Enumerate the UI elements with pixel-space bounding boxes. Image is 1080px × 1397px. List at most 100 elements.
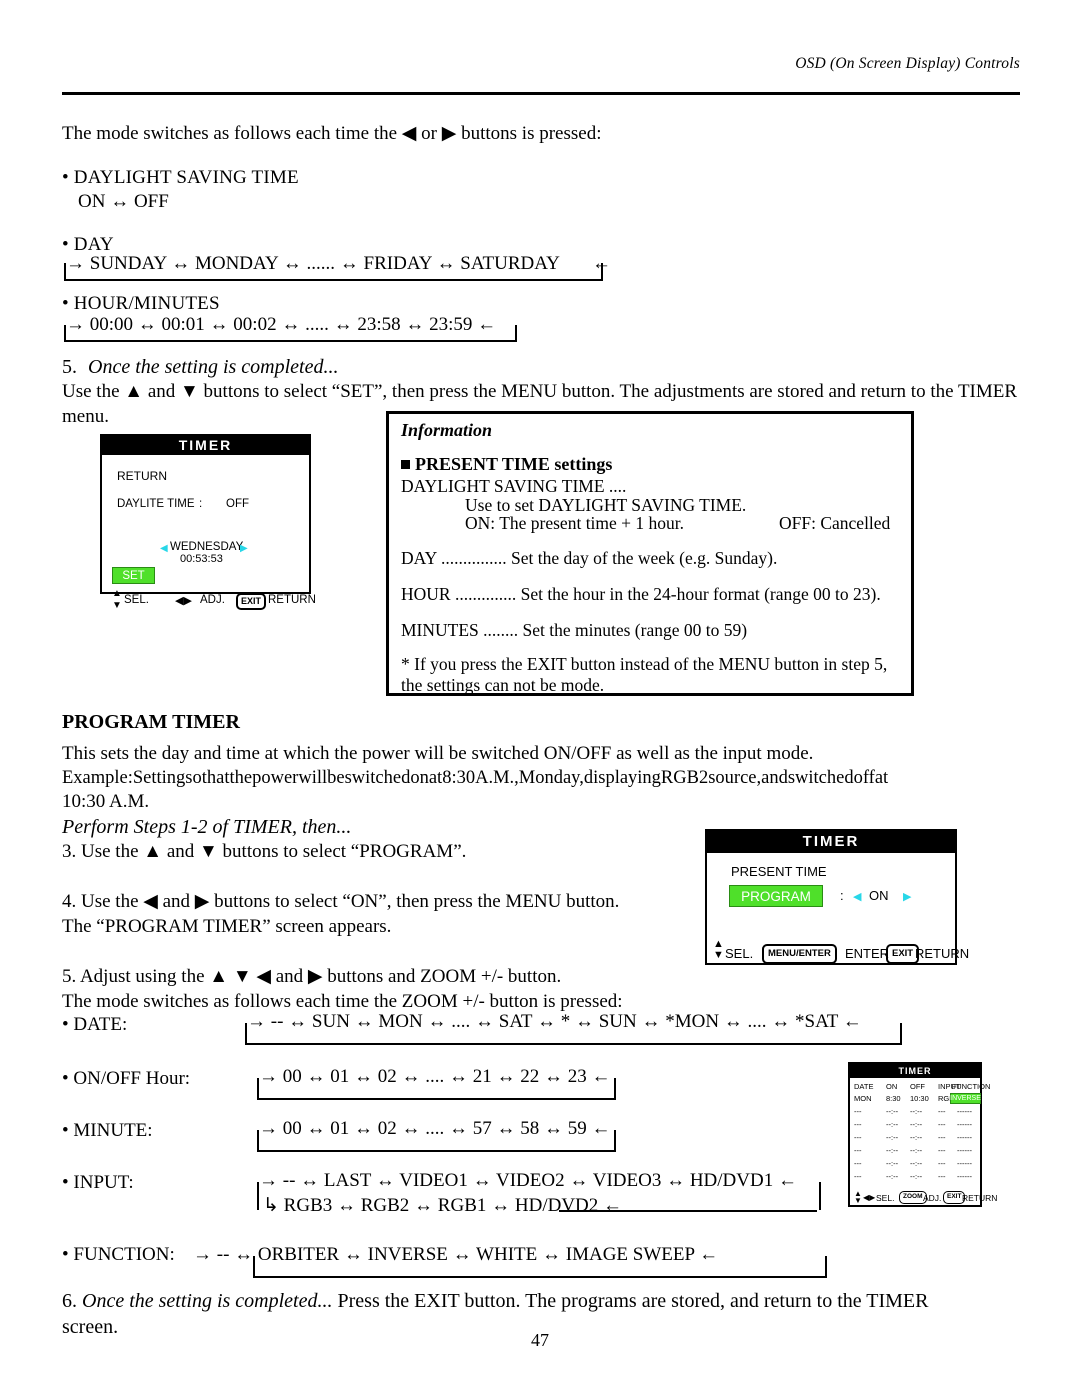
- osd-footer-adj-label: ADJ.: [923, 1193, 942, 1203]
- osd-table-cell: ---: [854, 1120, 862, 1129]
- osd-table-column-header: DATE: [854, 1082, 874, 1091]
- osd-table-cell: --:--: [886, 1120, 899, 1129]
- exit-key-icon[interactable]: EXIT: [236, 593, 267, 610]
- osd-table-cell: ------: [957, 1120, 972, 1129]
- osd-table-cell: --:--: [886, 1159, 899, 1168]
- program-timer-step4a: 4. Use the ◀ and ▶ buttons to select “ON…: [62, 891, 620, 912]
- osd-table-row[interactable]: --- --:-- --:-- --- ------: [850, 1133, 980, 1145]
- osd-table-column-header: ON: [886, 1082, 898, 1091]
- osd-program-right-arrow-icon[interactable]: ▶: [903, 890, 911, 903]
- bullet-square-icon: [401, 460, 410, 469]
- osd-title: TIMER: [102, 436, 309, 455]
- left-right-arrow-icon: ◀▶: [175, 595, 192, 607]
- osd-footer-adj-label: ADJ.: [200, 594, 225, 606]
- left-right-arrow-icon: ◀▶: [863, 1193, 876, 1202]
- program-timer-step5a: 5. Adjust using the ▲ ▼ ◀ and ▶ buttons …: [62, 966, 562, 987]
- step6-rest: Press the EXIT button. The programs are …: [332, 1290, 929, 1312]
- menu-enter-key-icon[interactable]: MENU/ENTER: [762, 944, 837, 964]
- osd-timer-program-screen[interactable]: TIMER PRESENT TIME PROGRAM : ◀ ON ▶ ▲ ▼ S…: [705, 829, 969, 965]
- program-timer-step4b: The “PROGRAM TIMER” screen appears.: [62, 916, 392, 937]
- osd-table-cell: ---: [938, 1107, 946, 1116]
- osd-table-cell: --:--: [886, 1146, 899, 1155]
- osd-table-column-header: OFF: [910, 1082, 925, 1091]
- osd-present-time-row[interactable]: PRESENT TIME: [731, 864, 827, 879]
- osd-daylite-label: DAYLITE TIME: [117, 498, 195, 510]
- mode-label-daylight: • DAYLIGHT SAVING TIME: [62, 167, 299, 188]
- osd-footer-return-label: RETURN: [268, 594, 316, 606]
- loop-connector-day: [64, 263, 603, 281]
- osd-table-row[interactable]: --- --:-- --:-- --- ------: [850, 1146, 980, 1158]
- osd-footer-return-label: RETURN: [915, 946, 970, 961]
- osd-table-cell: ---: [854, 1172, 862, 1181]
- program-mode-label-minute: • MINUTE:: [62, 1120, 153, 1141]
- osd-day-right-arrow-icon[interactable]: ▶: [240, 543, 248, 554]
- osd-table-cell: 10:30: [910, 1094, 929, 1103]
- osd-return-row[interactable]: RETURN: [117, 469, 167, 483]
- osd-footer-sel-label: SEL.: [876, 1193, 895, 1203]
- program-mode-label-date: • DATE:: [62, 1014, 128, 1035]
- osd-set-button[interactable]: SET: [112, 567, 155, 584]
- program-mode-label-function: • FUNCTION:: [62, 1244, 175, 1265]
- step5-title: Once the setting is completed...: [88, 356, 339, 378]
- osd-table-row[interactable]: --- --:-- --:-- --- ------: [850, 1159, 980, 1171]
- step6-italic: Once the setting is completed...: [82, 1290, 333, 1312]
- osd-table-row[interactable]: --- --:-- --:-- --- ------: [850, 1120, 980, 1132]
- osd-table-cell: ---: [938, 1133, 946, 1142]
- information-box: Information PRESENT TIME settings DAYLIG…: [386, 411, 914, 696]
- osd-table-cell-highlighted[interactable]: INVERSE: [950, 1093, 981, 1104]
- program-timer-desc3: 10:30 A.M.: [62, 791, 150, 812]
- step6-paragraph: 6. Once the setting is completed... Pres…: [62, 1288, 1017, 1314]
- osd-table-cell: --:--: [910, 1159, 923, 1168]
- header-rule: [62, 92, 1020, 95]
- osd-table-cell: 8:30: [886, 1094, 901, 1103]
- osd-table-cell: ------: [957, 1133, 972, 1142]
- osd-program-button[interactable]: PROGRAM: [729, 885, 823, 907]
- osd-time-value: 00:53:53: [180, 553, 223, 565]
- osd-table-cell: --:--: [910, 1146, 923, 1155]
- osd-table-row[interactable]: --- --:-- --:-- --- ------: [850, 1107, 980, 1119]
- program-mode-label-hour: • ON/OFF Hour:: [62, 1068, 191, 1089]
- osd-title: TIMER: [707, 831, 955, 853]
- step6-number: 6.: [62, 1290, 82, 1312]
- osd-timer-present-screen[interactable]: TIMER RETURN DAYLITE TIME : OFF ◀ WEDNES…: [100, 434, 316, 611]
- osd-title: TIMER: [850, 1064, 980, 1078]
- loop-connector-date: [245, 1023, 902, 1045]
- osd-table-column-header: FUNCTION: [951, 1082, 991, 1091]
- osd-program-colon: :: [840, 888, 844, 903]
- osd-table-cell: ---: [854, 1133, 862, 1142]
- osd-table-cell: --:--: [910, 1172, 923, 1181]
- loop-arrow-day: ←: [592, 253, 611, 274]
- program-timer-desc1: This sets the day and time at which the …: [62, 743, 814, 764]
- osd-table-cell: ---: [854, 1107, 862, 1116]
- osd-table-cell: MON: [854, 1094, 872, 1103]
- program-timer-perform: Perform Steps 1-2 of TIMER, then...: [62, 816, 352, 838]
- program-timer-step3: 3. Use the ▲ and ▼ buttons to select “PR…: [62, 841, 467, 862]
- osd-table-cell: --:--: [886, 1172, 899, 1181]
- osd-day-left-arrow-icon[interactable]: ◀: [160, 543, 168, 554]
- intro-line: The mode switches as follows each time t…: [62, 123, 602, 144]
- up-down-arrow-icon: ▲ ▼: [112, 588, 122, 611]
- osd-table-row[interactable]: MON 8:30 10:30 RGB2 INVERSE: [850, 1093, 981, 1106]
- loop-connector-function: [253, 1256, 827, 1278]
- osd-program-timer-table-screen[interactable]: TIMER ▲ ▼ ◀▶ SEL. ZOOM ADJ. EXIT RETURN D…: [848, 1062, 997, 1207]
- information-heading: PRESENT TIME settings: [401, 454, 612, 475]
- osd-program-left-arrow-icon[interactable]: ◀: [853, 890, 861, 903]
- osd-daylite-value[interactable]: OFF: [226, 498, 249, 510]
- information-line-5: HOUR .............. Set the hour in the …: [401, 584, 881, 604]
- osd-table-cell: ---: [854, 1159, 862, 1168]
- osd-table-cell: ------: [957, 1146, 972, 1155]
- osd-table-cell: ------: [957, 1159, 972, 1168]
- loop-connector-minute: [257, 1130, 616, 1152]
- osd-footer-enter-label: ENTER: [845, 946, 890, 961]
- information-line-3: OFF: Cancelled: [779, 513, 891, 533]
- osd-table-cell: --:--: [910, 1133, 923, 1142]
- information-line-0: DAYLIGHT SAVING TIME ....: [401, 476, 627, 496]
- loop-connector-input-bottom: [559, 1196, 817, 1212]
- osd-table-row[interactable]: --- --:-- --:-- --- ------: [850, 1172, 980, 1184]
- osd-table-cell: --:--: [886, 1133, 899, 1142]
- information-line-2: ON: The present time + 1 hour.: [465, 513, 685, 533]
- osd-day-value: WEDNESDAY: [170, 541, 244, 553]
- step5-number: 5.: [62, 356, 77, 378]
- osd-table-cell: ---: [854, 1146, 862, 1155]
- osd-footer-sel: ▲ ▼: [112, 588, 122, 611]
